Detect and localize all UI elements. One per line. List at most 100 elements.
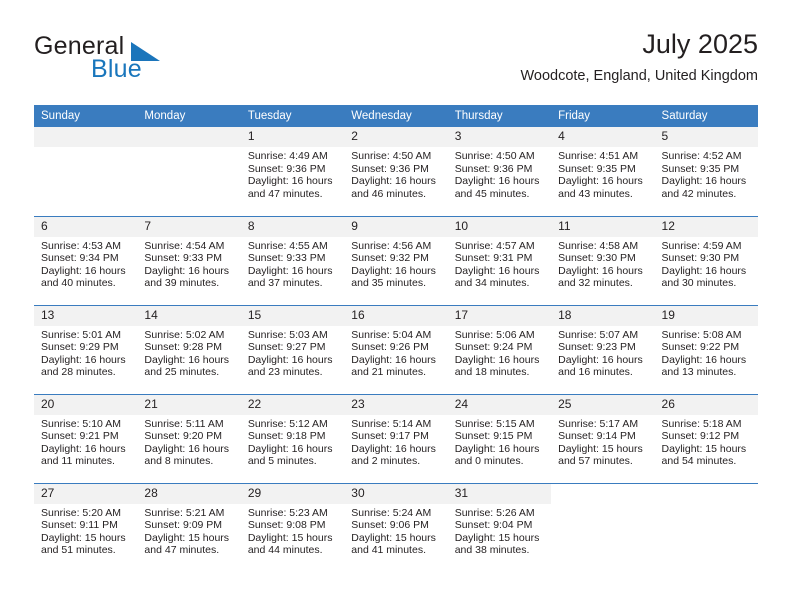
calendar-day-cell[interactable]: 21 Sunrise: 5:11 AM Sunset: 9:20 PM Dayligh… [137, 393, 241, 483]
day-cell-inner: 13 Sunrise: 5:01 AM Sunset: 9:29 PM Dayligh… [34, 305, 138, 394]
day-detail-line: Sunrise: 5:15 AM [454, 417, 535, 430]
calendar-day-cell[interactable]: 27 Sunrise: 5:20 AM Sunset: 9:11 PM Dayligh… [34, 482, 138, 573]
calendar-day-cell[interactable]: 2 Sunrise: 4:50 AM Sunset: 9:36 PM Daylight… [344, 127, 448, 216]
calendar-week-row: 27 Sunrise: 5:20 AM Sunset: 9:11 PM Dayligh… [34, 482, 758, 573]
calendar-day-cell[interactable]: 7 Sunrise: 4:54 AM Sunset: 9:33 PM Daylight… [137, 215, 241, 305]
day-detail-line: Sunrise: 4:53 AM [41, 239, 121, 252]
brand-logo[interactable]: General Blue [34, 32, 294, 88]
day-cell-inner: 19 Sunrise: 5:08 AM Sunset: 9:22 PM Dayligh… [654, 305, 758, 394]
day-cell-inner: 11 Sunrise: 4:58 AM Sunset: 9:30 PM Dayligh… [551, 216, 655, 305]
day-detail-line: and 13 minutes. [661, 366, 737, 379]
day-detail-line: Sunset: 9:33 PM [144, 252, 223, 265]
day-number: 6 [34, 216, 138, 237]
day-sun-details: Sunrise: 5:03 AM Sunset: 9:27 PM Daylight:… [241, 326, 344, 379]
day-number: 1 [240, 127, 345, 147]
day-detail-line: and 5 minutes. [247, 455, 317, 468]
day-detail-line: Sunset: 9:21 PM [41, 430, 119, 443]
calendar-day-cell[interactable]: 26 Sunrise: 5:18 AM Sunset: 9:12 PM Dayligh… [654, 393, 758, 483]
calendar-day-cell[interactable]: 28 Sunrise: 5:21 AM Sunset: 9:09 PM Dayligh… [137, 482, 241, 572]
day-sun-details: Sunrise: 5:06 AM Sunset: 9:24 PM Daylight:… [448, 326, 551, 379]
day-sun-details [34, 147, 137, 150]
calendar-day-cell[interactable]: 15 Sunrise: 5:03 AM Sunset: 9:27 PM Dayligh… [240, 304, 345, 394]
calendar-day-cell[interactable]: 17 Sunrise: 5:06 AM Sunset: 9:24 PM Dayligh… [447, 304, 552, 394]
day-cell-inner: 8 Sunrise: 4:55 AM Sunset: 9:33 PM Daylight… [240, 216, 345, 305]
calendar-day-cell[interactable]: 1 Sunrise: 4:49 AM Sunset: 9:36 PM Daylight… [240, 127, 345, 216]
calendar-day-cell[interactable]: 11 Sunrise: 4:58 AM Sunset: 9:30 PM Dayligh… [551, 215, 655, 305]
day-number: 14 [137, 305, 241, 326]
brand-word-blue: Blue [91, 55, 142, 83]
calendar-day-cell[interactable]: 29 Sunrise: 5:23 AM Sunset: 9:08 PM Dayligh… [240, 482, 345, 572]
day-cell-inner: 27 Sunrise: 5:20 AM Sunset: 9:11 PM Dayligh… [34, 483, 138, 573]
calendar-day-cell[interactable]: 23 Sunrise: 5:14 AM Sunset: 9:17 PM Dayligh… [344, 393, 448, 483]
day-cell-inner [137, 127, 241, 216]
day-number: 5 [654, 127, 758, 147]
day-detail-line: Sunset: 9:20 PM [144, 430, 223, 443]
weekday-header-friday: Friday [551, 105, 655, 127]
day-detail-line: Daylight: 15 hours [41, 531, 126, 544]
day-detail-line: and 39 minutes. [144, 277, 220, 290]
day-cell-inner: 31 Sunrise: 5:26 AM Sunset: 9:04 PM Dayligh… [447, 483, 552, 573]
calendar-day-cell[interactable]: 22 Sunrise: 5:12 AM Sunset: 9:18 PM Dayligh… [240, 393, 345, 483]
calendar-day-cell[interactable]: 20 Sunrise: 5:10 AM Sunset: 9:21 PM Dayligh… [34, 393, 138, 483]
calendar-day-cell[interactable]: 3 Sunrise: 4:50 AM Sunset: 9:36 PM Daylight… [447, 127, 552, 216]
calendar-day-cell[interactable]: 10 Sunrise: 4:57 AM Sunset: 9:31 PM Dayligh… [447, 215, 552, 305]
calendar-day-cell[interactable]: 31 Sunrise: 5:26 AM Sunset: 9:04 PM Dayligh… [447, 482, 552, 573]
calendar-day-cell[interactable]: 16 Sunrise: 5:04 AM Sunset: 9:26 PM Dayligh… [344, 304, 448, 394]
day-cell-inner: 20 Sunrise: 5:10 AM Sunset: 9:21 PM Dayligh… [34, 394, 138, 483]
day-detail-line: and 21 minutes. [351, 366, 426, 379]
day-cell-inner: 23 Sunrise: 5:14 AM Sunset: 9:17 PM Dayligh… [344, 394, 448, 483]
calendar-day-cell[interactable]: 5 Sunrise: 4:52 AM Sunset: 9:35 PM Daylight… [654, 127, 758, 216]
day-number [654, 483, 758, 504]
day-cell-inner: 15 Sunrise: 5:03 AM Sunset: 9:27 PM Dayligh… [240, 305, 345, 394]
day-detail-line: Daylight: 16 hours [454, 353, 540, 366]
day-detail-line: Sunset: 9:04 PM [454, 519, 533, 532]
day-number: 21 [137, 394, 241, 415]
day-detail-line: Sunset: 9:27 PM [247, 341, 326, 354]
day-detail-line: and 35 minutes. [351, 277, 426, 290]
calendar-day-cell[interactable]: 24 Sunrise: 5:15 AM Sunset: 9:15 PM Dayligh… [447, 393, 552, 483]
day-detail-line: and 45 minutes. [454, 187, 530, 200]
day-detail-line: Sunrise: 4:57 AM [454, 239, 535, 252]
day-detail-line: Sunrise: 5:24 AM [351, 506, 432, 519]
calendar-week-row: 1 Sunrise: 4:49 AM Sunset: 9:36 PM Daylight… [34, 127, 758, 216]
calendar-day-cell[interactable]: 18 Sunrise: 5:07 AM Sunset: 9:23 PM Dayligh… [551, 304, 655, 394]
page-header: General Blue July 2025 Woodcote, England… [34, 28, 758, 96]
day-detail-line: Sunset: 9:30 PM [558, 252, 636, 265]
day-detail-line: Sunrise: 4:49 AM [247, 150, 328, 162]
day-cell-inner: 14 Sunrise: 5:02 AM Sunset: 9:28 PM Dayligh… [137, 305, 241, 394]
day-cell-inner: 1 Sunrise: 4:49 AM Sunset: 9:36 PM Daylight… [240, 127, 345, 216]
calendar-day-cell[interactable]: 6 Sunrise: 4:53 AM Sunset: 9:34 PM Daylight… [34, 215, 138, 305]
day-detail-line: and 28 minutes. [41, 366, 116, 379]
day-detail-line: Sunrise: 4:50 AM [351, 150, 432, 162]
day-detail-line: Sunrise: 4:54 AM [144, 239, 225, 252]
day-number: 31 [447, 483, 552, 504]
calendar-day-cell[interactable]: 19 Sunrise: 5:08 AM Sunset: 9:22 PM Dayligh… [654, 304, 758, 394]
calendar-day-cell[interactable]: 30 Sunrise: 5:24 AM Sunset: 9:06 PM Dayligh… [344, 482, 448, 573]
day-detail-line: Sunset: 9:14 PM [558, 430, 636, 443]
day-detail-line: Sunset: 9:31 PM [454, 252, 533, 265]
calendar-day-cell[interactable]: 9 Sunrise: 4:56 AM Sunset: 9:32 PM Daylight… [344, 215, 448, 305]
day-detail-line: Sunset: 9:11 PM [41, 519, 118, 532]
day-number: 18 [551, 305, 655, 326]
day-detail-line: Sunset: 9:35 PM [661, 162, 740, 175]
day-cell-inner: 30 Sunrise: 5:24 AM Sunset: 9:06 PM Dayligh… [344, 483, 448, 573]
day-detail-line: and 43 minutes. [558, 187, 633, 200]
day-number: 13 [34, 305, 138, 326]
day-number: 3 [447, 127, 552, 147]
day-detail-line: and 23 minutes. [247, 366, 323, 379]
calendar-day-cell[interactable]: 13 Sunrise: 5:01 AM Sunset: 9:29 PM Dayligh… [34, 304, 138, 394]
calendar-day-cell[interactable]: 8 Sunrise: 4:55 AM Sunset: 9:33 PM Daylight… [240, 215, 345, 305]
day-cell-inner: 9 Sunrise: 4:56 AM Sunset: 9:32 PM Daylight… [344, 216, 448, 305]
day-number: 16 [344, 305, 448, 326]
day-number: 17 [447, 305, 552, 326]
calendar-day-cell[interactable]: 4 Sunrise: 4:51 AM Sunset: 9:35 PM Daylight… [551, 127, 655, 216]
day-detail-line: and 57 minutes. [558, 455, 633, 468]
calendar-day-cell[interactable]: 14 Sunrise: 5:02 AM Sunset: 9:28 PM Dayligh… [137, 304, 241, 394]
day-detail-line: Daylight: 16 hours [661, 175, 747, 188]
day-sun-details: Sunrise: 5:08 AM Sunset: 9:22 PM Daylight:… [655, 326, 758, 379]
calendar-day-cell[interactable]: 25 Sunrise: 5:17 AM Sunset: 9:14 PM Dayligh… [551, 393, 655, 483]
calendar-day-cell-empty [551, 482, 655, 572]
calendar-day-cell[interactable]: 12 Sunrise: 4:59 AM Sunset: 9:30 PM Dayligh… [654, 215, 758, 305]
day-number [34, 127, 138, 147]
weekday-header-tuesday: Tuesday [240, 105, 345, 127]
